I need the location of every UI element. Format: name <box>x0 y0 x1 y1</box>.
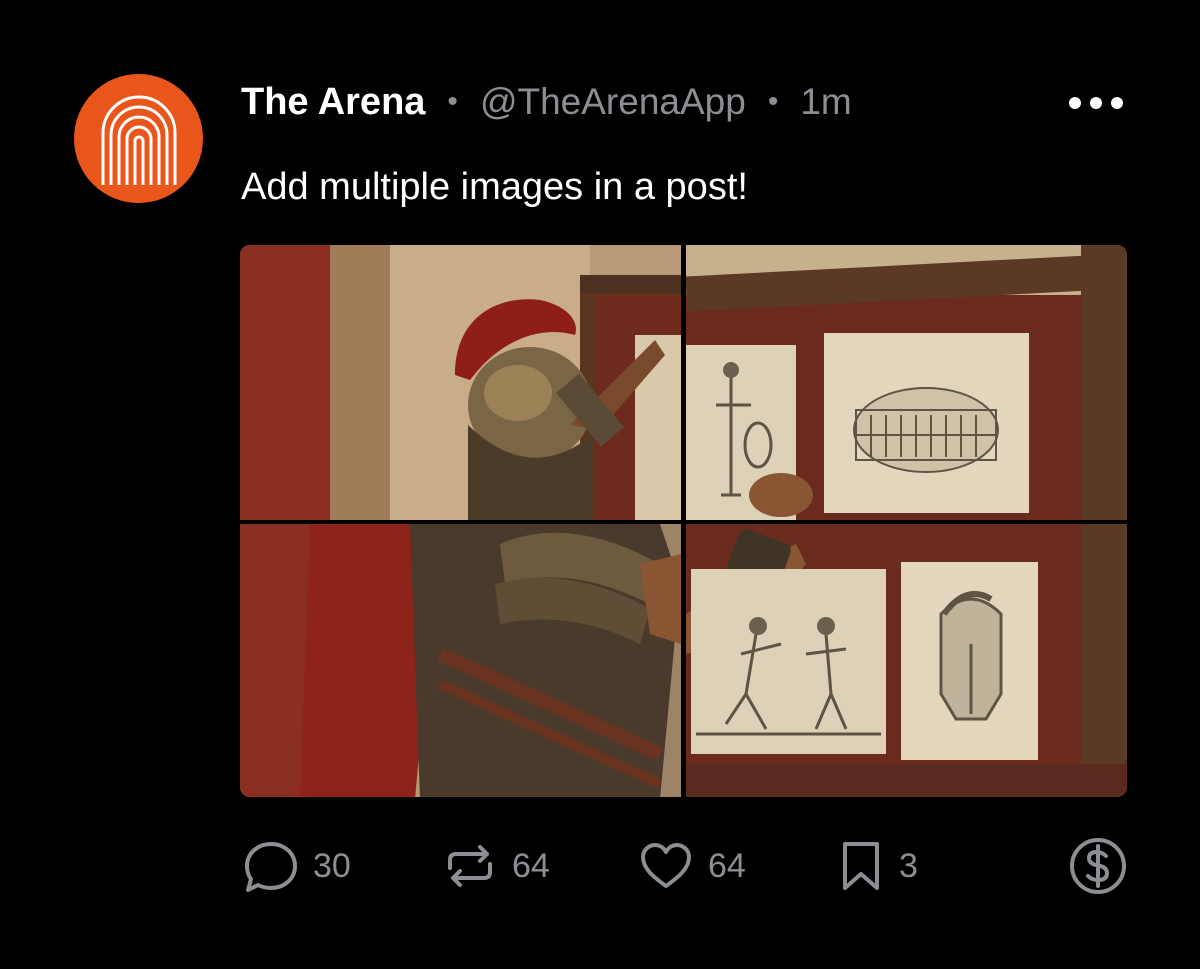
tip-button[interactable] <box>1068 838 1128 894</box>
repost-button[interactable]: 64 <box>442 838 550 894</box>
media-image-1[interactable] <box>240 245 681 520</box>
reply-count: 30 <box>313 846 351 885</box>
repost-icon <box>442 838 498 894</box>
more-dots-icon <box>1111 97 1123 109</box>
bookmark-icon <box>837 838 885 894</box>
avatar[interactable] <box>74 74 203 203</box>
like-button[interactable]: 64 <box>638 838 746 894</box>
post-timestamp[interactable]: 1m <box>800 81 851 123</box>
action-bar: 30 64 64 3 <box>240 838 1130 894</box>
author-name[interactable]: The Arena <box>241 81 425 124</box>
media-grid <box>240 245 1127 797</box>
more-options-button[interactable] <box>1066 88 1126 118</box>
media-image-2[interactable] <box>686 245 1127 520</box>
post-header: The Arena • @TheArenaApp • 1m <box>241 78 1141 126</box>
post-text: Add multiple images in a post! <box>241 166 748 208</box>
repost-count: 64 <box>512 846 550 885</box>
bookmark-count: 3 <box>899 846 918 885</box>
separator-dot: • <box>447 85 458 118</box>
dollar-icon <box>1068 836 1128 896</box>
media-image-3[interactable] <box>240 524 681 797</box>
media-image-4[interactable] <box>686 524 1127 797</box>
bookmark-button[interactable]: 3 <box>837 838 918 894</box>
like-count: 64 <box>708 846 746 885</box>
more-dots-icon <box>1069 97 1081 109</box>
reply-icon <box>243 838 299 894</box>
author-handle[interactable]: @TheArenaApp <box>480 81 746 123</box>
heart-icon <box>638 838 694 894</box>
separator-dot: • <box>767 85 779 118</box>
arena-logo-icon <box>101 95 176 185</box>
reply-button[interactable]: 30 <box>243 838 351 894</box>
more-dots-icon <box>1090 97 1102 109</box>
